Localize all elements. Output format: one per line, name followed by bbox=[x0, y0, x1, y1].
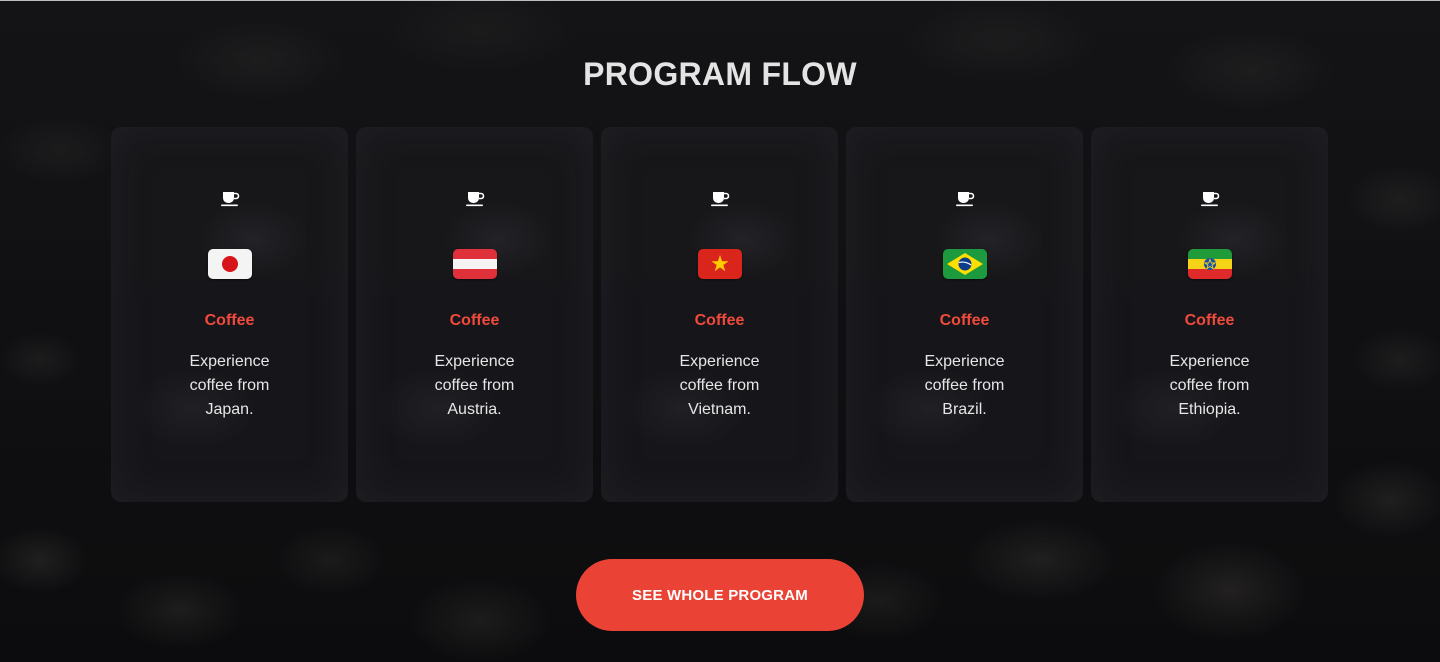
card-title: Coffee bbox=[694, 312, 745, 329]
card-description: Experience coffee from Vietnam. bbox=[679, 353, 760, 418]
program-cards: Coffee Experience coffee from Japan. Cof… bbox=[111, 127, 1328, 502]
top-divider bbox=[0, 0, 1440, 1]
brazil-flag-icon bbox=[942, 249, 987, 279]
coffee-cup-icon bbox=[955, 192, 974, 207]
program-card-japan: Coffee Experience coffee from Japan. bbox=[111, 127, 348, 502]
vietnam-flag-icon bbox=[697, 249, 742, 279]
japan-flag-icon bbox=[207, 249, 252, 279]
program-card-austria: Coffee Experience coffee from Austria. bbox=[356, 127, 593, 502]
card-description: Experience coffee from Brazil. bbox=[924, 353, 1005, 418]
coffee-cup-icon bbox=[710, 192, 729, 207]
austria-flag-icon bbox=[452, 249, 497, 279]
card-title: Coffee bbox=[939, 312, 990, 329]
coffee-cup-icon bbox=[465, 192, 484, 207]
coffee-cup-icon bbox=[220, 192, 239, 207]
see-whole-program-button[interactable]: SEE WHOLE PROGRAM bbox=[576, 559, 864, 631]
card-title: Coffee bbox=[1184, 312, 1235, 329]
card-description: Experience coffee from Ethiopia. bbox=[1169, 353, 1250, 418]
card-description: Experience coffee from Japan. bbox=[189, 353, 270, 418]
card-title: Coffee bbox=[449, 312, 500, 329]
section-title: PROGRAM FLOW bbox=[583, 56, 857, 92]
ethiopia-flag-icon bbox=[1187, 249, 1232, 279]
program-card-brazil: Coffee Experience coffee from Brazil. bbox=[846, 127, 1083, 502]
program-card-vietnam: Coffee Experience coffee from Vietnam. bbox=[601, 127, 838, 502]
card-title: Coffee bbox=[204, 312, 255, 329]
coffee-cup-icon bbox=[1200, 192, 1219, 207]
program-card-ethiopia: Coffee Experience coffee from Ethiopia. bbox=[1091, 127, 1328, 502]
card-description: Experience coffee from Austria. bbox=[434, 353, 515, 418]
